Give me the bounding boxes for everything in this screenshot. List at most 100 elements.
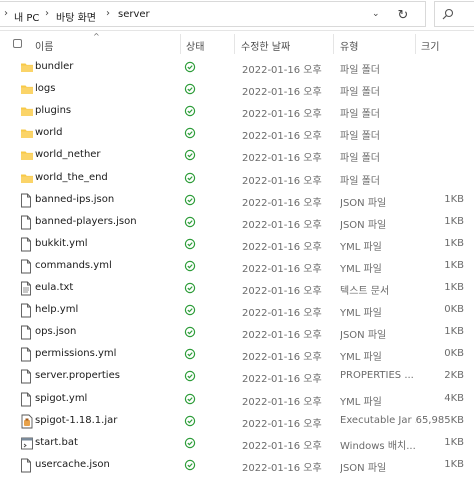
chevron-right-icon[interactable]: › bbox=[4, 8, 8, 19]
file-type: YML 파일 bbox=[340, 396, 382, 408]
file-size: 1KB bbox=[444, 215, 464, 227]
column-divider[interactable] bbox=[333, 34, 334, 54]
file-date: 2022-01-16 오후 bbox=[242, 263, 322, 275]
file-name[interactable]: commands.yml bbox=[35, 260, 112, 271]
file-name[interactable]: banned-players.json bbox=[35, 216, 137, 227]
file-name[interactable]: spigot.yml bbox=[35, 393, 87, 404]
file-size: 1KB bbox=[444, 458, 464, 470]
file-name[interactable]: permissions.yml bbox=[35, 348, 116, 359]
file-row[interactable]: world_nether 2022-01-16 오후 파일 폴더 bbox=[0, 145, 474, 167]
file-row[interactable]: spigot-1.18.1.jar 2022-01-16 오후 Executable… bbox=[0, 411, 474, 433]
file-type: PROPERTIES ... bbox=[340, 370, 414, 382]
file-name[interactable]: bukkit.yml bbox=[35, 238, 88, 249]
file-name[interactable]: start.bat bbox=[35, 437, 78, 448]
column-name[interactable]: 이름 bbox=[35, 38, 53, 53]
column-status[interactable]: 상태 bbox=[186, 38, 204, 53]
folder-icon bbox=[20, 171, 34, 187]
file-size: 1KB bbox=[444, 193, 464, 205]
file-size: 1KB bbox=[444, 282, 464, 293]
file-icon bbox=[20, 259, 34, 275]
file-type: 텍스트 문서 bbox=[340, 286, 390, 297]
file-size: 0KB bbox=[444, 304, 464, 316]
file-row[interactable]: help.yml 2022-01-16 오후 YML 파일 0KB bbox=[0, 300, 474, 322]
chevron-down-icon[interactable]: ⌄ bbox=[372, 9, 380, 19]
file-row[interactable]: server.properties 2022-01-16 오후 PROPERTIES… bbox=[0, 366, 474, 388]
file-type: YML 파일 bbox=[340, 241, 382, 253]
file-type: 파일 폴더 bbox=[340, 87, 380, 99]
file-name[interactable]: help.yml bbox=[35, 304, 78, 315]
column-divider[interactable] bbox=[415, 34, 416, 54]
chevron-right-icon[interactable]: › bbox=[45, 8, 49, 19]
file-date: 2022-01-16 오후 bbox=[242, 308, 322, 320]
sync-ok-icon bbox=[184, 83, 196, 95]
file-type: JSON 파일 bbox=[340, 197, 387, 209]
file-name[interactable]: plugins bbox=[35, 105, 71, 116]
file-icon bbox=[20, 325, 34, 341]
sync-ok-icon bbox=[184, 238, 196, 250]
file-size: 1KB bbox=[444, 326, 464, 338]
file-icon bbox=[20, 193, 34, 209]
file-date: 2022-01-16 오후 bbox=[242, 219, 322, 231]
file-date: 2022-01-16 오후 bbox=[242, 175, 322, 187]
search-input[interactable] bbox=[434, 1, 474, 27]
file-name[interactable]: eula.txt bbox=[35, 282, 73, 293]
file-name[interactable]: world_nether bbox=[35, 149, 101, 160]
text-file-icon bbox=[20, 281, 34, 297]
file-type: Executable Jar ... bbox=[340, 414, 416, 426]
file-row[interactable]: banned-ips.json 2022-01-16 오후 JSON 파일 1KB bbox=[0, 190, 474, 212]
file-date: 2022-01-16 오후 bbox=[242, 65, 322, 76]
sync-ok-icon bbox=[184, 260, 196, 272]
sync-ok-icon bbox=[184, 326, 196, 338]
file-type: YML 파일 bbox=[340, 263, 382, 275]
column-divider[interactable] bbox=[180, 34, 181, 54]
file-name[interactable]: bundler bbox=[35, 61, 73, 72]
file-date: 2022-01-16 오후 bbox=[242, 418, 322, 430]
file-size: 1KB bbox=[444, 237, 464, 249]
file-name[interactable]: ops.json bbox=[35, 326, 76, 337]
sync-ok-icon bbox=[184, 216, 196, 228]
refresh-icon[interactable]: ↻ bbox=[393, 6, 413, 26]
file-row[interactable]: eula.txt 2022-01-16 오후 텍스트 문서 1KB bbox=[0, 278, 474, 300]
file-row[interactable]: ops.json 2022-01-16 오후 JSON 파일 1KB bbox=[0, 322, 474, 344]
chevron-right-icon[interactable]: › bbox=[106, 8, 110, 19]
file-row[interactable]: spigot.yml 2022-01-16 오후 YML 파일 4KB bbox=[0, 389, 474, 411]
column-type[interactable]: 유형 bbox=[340, 38, 358, 53]
breadcrumb-desktop[interactable]: 바탕 화면 bbox=[56, 9, 96, 24]
select-all-checkbox[interactable] bbox=[13, 39, 22, 48]
column-date[interactable]: 수정한 날짜 bbox=[241, 38, 290, 53]
file-row[interactable]: start.bat 2022-01-16 오후 Windows 배치... 1KB bbox=[0, 433, 474, 455]
file-row[interactable]: logs 2022-01-16 오후 파일 폴더 bbox=[0, 79, 474, 101]
file-name[interactable]: logs bbox=[35, 83, 55, 94]
file-name[interactable]: world bbox=[35, 127, 63, 138]
file-name[interactable]: world_the_end bbox=[35, 172, 108, 183]
file-type: JSON 파일 bbox=[340, 219, 387, 231]
file-row[interactable]: usercache.json 2022-01-16 오후 JSON 파일 1KB bbox=[0, 455, 474, 477]
sync-ok-icon bbox=[184, 282, 196, 294]
file-row[interactable]: world_the_end 2022-01-16 오후 파일 폴더 bbox=[0, 168, 474, 190]
file-name[interactable]: spigot-1.18.1.jar bbox=[35, 415, 117, 426]
address-field[interactable]: › 내 PC › 바탕 화면 › server ⌄ ↻ bbox=[0, 1, 426, 27]
sync-ok-icon bbox=[184, 370, 196, 382]
folder-icon bbox=[20, 148, 34, 164]
file-name[interactable]: server.properties bbox=[35, 370, 120, 381]
column-size[interactable]: 크기 bbox=[421, 38, 439, 53]
sync-ok-icon bbox=[184, 127, 196, 139]
file-size: 0KB bbox=[444, 348, 464, 360]
breadcrumb-this-pc[interactable]: 내 PC bbox=[14, 9, 39, 24]
file-row[interactable]: permissions.yml 2022-01-16 오후 YML 파일 0KB bbox=[0, 344, 474, 366]
file-size: 65,985KB bbox=[415, 414, 464, 426]
column-divider[interactable] bbox=[234, 34, 235, 54]
file-row[interactable]: commands.yml 2022-01-16 오후 YML 파일 1KB bbox=[0, 256, 474, 278]
file-row[interactable]: bukkit.yml 2022-01-16 오후 YML 파일 1KB bbox=[0, 234, 474, 256]
file-name[interactable]: banned-ips.json bbox=[35, 194, 114, 205]
file-row[interactable]: world 2022-01-16 오후 파일 폴더 bbox=[0, 123, 474, 145]
file-row[interactable]: plugins 2022-01-16 오후 파일 폴더 bbox=[0, 101, 474, 123]
file-name[interactable]: usercache.json bbox=[35, 459, 110, 470]
jar-file-icon bbox=[20, 414, 34, 430]
file-size: 1KB bbox=[444, 259, 464, 271]
file-row[interactable]: banned-players.json 2022-01-16 오후 JSON 파일 1… bbox=[0, 212, 474, 234]
file-icon bbox=[20, 458, 34, 474]
breadcrumb-server[interactable]: server bbox=[118, 9, 150, 20]
file-row[interactable]: bundler 2022-01-16 오후 파일 폴더 bbox=[0, 57, 474, 79]
sync-ok-icon bbox=[184, 304, 196, 316]
